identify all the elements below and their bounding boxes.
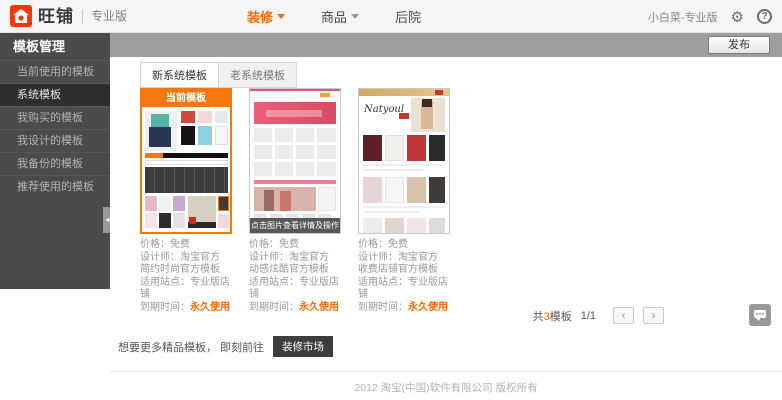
meta-site: 适用站点：专业版店铺 bbox=[249, 276, 339, 301]
chat-bubble-icon bbox=[754, 310, 766, 321]
page-indicator: 1/1 bbox=[580, 309, 596, 322]
decoration-market-button[interactable]: 装修市场 bbox=[273, 336, 334, 357]
template-card-list: 当前模板 价格：免费 设计师：淘宝官方 简约时尚官方模板 适用站点：专业版店铺 … bbox=[140, 88, 450, 314]
action-strip: 发布 bbox=[110, 33, 782, 57]
template-card: 当前模板 价格：免费 设计师：淘宝官方 简约时尚官方模板 适用站点：专业版店铺 … bbox=[140, 88, 232, 314]
preview-hover-overlay: 点击图片查看详情及操作 bbox=[250, 218, 340, 233]
promo-row: 想要更多精品模板， 即刻前往 装修市场 bbox=[118, 336, 334, 357]
next-page-icon[interactable]: › bbox=[643, 307, 664, 324]
publish-button[interactable]: 发布 bbox=[708, 36, 770, 54]
main-content: 新系统模板 老系统模板 当前模板 价格：免费 设计师：淘宝官方 简约时尚官方模板… bbox=[110, 57, 782, 400]
sidebar-item-backup-templates[interactable]: 我备份的模板 bbox=[0, 152, 110, 175]
pagination: 共3模板 1/1 ‹ › bbox=[533, 307, 664, 324]
template-preview-image[interactable]: 点击图片查看详情及操作 bbox=[249, 88, 341, 234]
meta-designer: 设计师：淘宝官方 bbox=[249, 251, 329, 263]
template-card: Natyoul 价格：免费 设计师：淘宝官方 收费店铺官方模板 适用站点：专业版… bbox=[358, 88, 450, 314]
template-preview-image[interactable]: Natyoul bbox=[358, 88, 450, 234]
meta-expire: 到期时间：永久使用 bbox=[140, 301, 230, 313]
meta-designer: 设计师：淘宝官方 bbox=[140, 251, 220, 263]
meta-site: 适用站点：专业版店铺 bbox=[358, 276, 448, 301]
main-nav: 装修 商品 后院 bbox=[247, 0, 421, 33]
tab-old-system-templates[interactable]: 老系统模板 bbox=[219, 62, 297, 88]
template-card: 点击图片查看详情及操作 价格：免费 设计师：淘宝官方 动感炫酷官方模板 适用站点… bbox=[249, 88, 341, 314]
topbar-divider bbox=[82, 10, 83, 23]
sidebar-title: 模板管理 bbox=[13, 39, 66, 54]
sidebar: 模板管理 当前使用的模板 系统模板 我购买的模板 我设计的模板 我备份的模板 推… bbox=[0, 33, 110, 289]
promo-text: 想要更多精品模板， 即刻前往 bbox=[118, 341, 265, 354]
tab-new-system-templates[interactable]: 新系统模板 bbox=[140, 62, 219, 88]
copyright-text: 2012 淘宝(中国)软件有限公司 版权所有 bbox=[354, 382, 538, 394]
topbar-right: 小白菜-专业版 ⚙ ? bbox=[648, 0, 772, 33]
current-template-badge: 当前模板 bbox=[142, 90, 230, 107]
meta-price: 价格：免费 bbox=[140, 239, 190, 250]
meta-desc: 收费店铺官方模板 bbox=[358, 264, 438, 275]
prev-page-icon[interactable]: ‹ bbox=[613, 307, 634, 324]
nav-label: 装修 bbox=[247, 10, 274, 25]
meta-desc: 简约时尚官方模板 bbox=[140, 264, 220, 275]
chevron-down-icon bbox=[277, 14, 286, 19]
logo-text: 旺铺 bbox=[38, 7, 74, 26]
wangpu-logo-icon[interactable] bbox=[10, 5, 32, 27]
user-name[interactable]: 小白菜-专业版 bbox=[648, 9, 718, 25]
meta-designer: 设计师：淘宝官方 bbox=[358, 251, 438, 263]
sidebar-item-recommended-templates[interactable]: 推荐使用的模板 bbox=[0, 175, 110, 198]
edition-label: 专业版 bbox=[91, 9, 128, 23]
sidebar-item-designed-templates[interactable]: 我设计的模板 bbox=[0, 129, 110, 152]
nav-label: 后院 bbox=[395, 10, 422, 25]
meta-site: 适用站点：专业版店铺 bbox=[140, 276, 230, 301]
sidebar-item-current-template[interactable]: 当前使用的模板 bbox=[0, 60, 110, 83]
meta-desc: 动感炫酷官方模板 bbox=[249, 264, 329, 275]
gear-icon[interactable]: ⚙ bbox=[731, 8, 744, 26]
template-preview-image[interactable]: 当前模板 bbox=[140, 88, 232, 234]
meta-expire: 到期时间：永久使用 bbox=[249, 301, 339, 313]
meta-expire: 到期时间：永久使用 bbox=[358, 301, 448, 313]
chevron-down-icon bbox=[351, 14, 360, 19]
template-meta: 价格：免费 设计师：淘宝官方 简约时尚官方模板 适用站点：专业版店铺 到期时间：… bbox=[140, 239, 232, 314]
nav-item-decorate[interactable]: 装修 bbox=[247, 7, 286, 26]
meta-price: 价格：免费 bbox=[358, 239, 408, 250]
template-tabs: 新系统模板 老系统模板 bbox=[140, 62, 297, 88]
help-icon[interactable]: ? bbox=[757, 9, 772, 24]
wangpu-admin-screen: 旺铺 专业版 装修 商品 后院 小白菜-专业版 ⚙ ? 模板管理 当前使用的模板… bbox=[0, 0, 782, 400]
nav-item-products[interactable]: 商品 bbox=[321, 7, 360, 26]
sidebar-item-purchased-templates[interactable]: 我购买的模板 bbox=[0, 106, 110, 129]
template-meta: 价格：免费 设计师：淘宝官方 动感炫酷官方模板 适用站点：专业版店铺 到期时间：… bbox=[249, 239, 341, 314]
top-bar: 旺铺 专业版 装修 商品 后院 小白菜-专业版 ⚙ ? bbox=[0, 0, 782, 33]
feedback-button[interactable] bbox=[749, 304, 771, 326]
sidebar-item-system-templates[interactable]: 系统模板 bbox=[0, 83, 110, 106]
meta-price: 价格：免费 bbox=[249, 239, 299, 250]
preview-brand-text: Natyoul bbox=[364, 104, 405, 115]
template-meta: 价格：免费 设计师：淘宝官方 收费店铺官方模板 适用站点：专业版店铺 到期时间：… bbox=[358, 239, 450, 314]
nav-label: 商品 bbox=[321, 10, 348, 25]
template-count: 共3模板 bbox=[532, 310, 572, 323]
footer: 2012 淘宝(中国)软件有限公司 版权所有 bbox=[110, 371, 782, 395]
nav-item-backyard[interactable]: 后院 bbox=[395, 7, 421, 26]
